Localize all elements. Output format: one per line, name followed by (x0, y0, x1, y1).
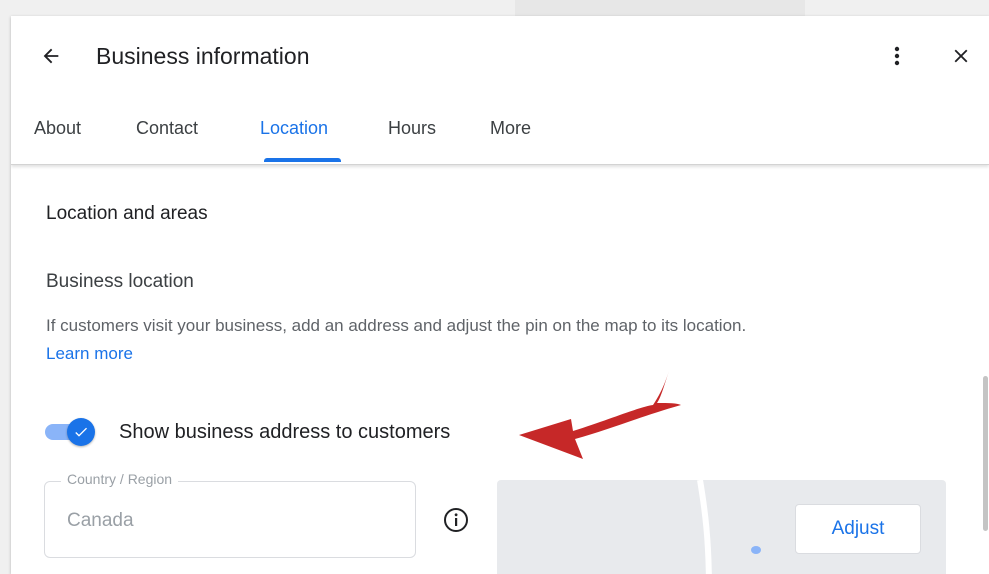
tab-contact[interactable]: Contact (136, 106, 198, 164)
section-title: Location and areas (46, 203, 208, 224)
show-address-toggle[interactable] (45, 418, 97, 446)
tab-more[interactable]: More (490, 106, 531, 164)
toggle-thumb (67, 418, 95, 446)
business-location-heading: Business location (46, 271, 194, 292)
page-title: Business information (96, 43, 310, 69)
show-address-label: Show business address to customers (119, 421, 451, 443)
panel-header: Business information About Contact Locat… (11, 16, 989, 165)
info-circle-icon (444, 508, 468, 532)
check-icon (75, 427, 87, 437)
more-options-button[interactable] (881, 40, 913, 72)
scrollbar[interactable] (983, 376, 988, 531)
info-icon[interactable] (443, 507, 469, 533)
active-tab-indicator (264, 158, 341, 162)
close-icon (954, 49, 968, 63)
tab-hours[interactable]: Hours (388, 106, 436, 164)
business-location-description: If customers visit your business, add an… (46, 316, 747, 335)
tab-location[interactable]: Location (260, 106, 328, 164)
tab-about[interactable]: About (34, 106, 81, 164)
adjust-button[interactable]: Adjust (795, 504, 921, 554)
more-vert-icon (894, 46, 900, 66)
country-region-label: Country / Region (61, 471, 179, 487)
close-button[interactable] (945, 40, 977, 72)
location-map[interactable]: Adjust (497, 480, 946, 574)
panel-content: Location and areas Business location If … (11, 164, 989, 574)
annotation-arrow (519, 371, 681, 459)
back-button[interactable] (35, 40, 67, 72)
arrow-left-icon (43, 48, 59, 64)
learn-more-link[interactable]: Learn more (46, 344, 133, 364)
country-region-field[interactable]: Country / Region Canada (44, 471, 416, 558)
business-info-panel: Business information About Contact Locat… (11, 16, 989, 574)
background-strip (515, 0, 805, 16)
country-region-value: Canada (67, 510, 134, 531)
tab-bar: About Contact Location Hours More (11, 106, 989, 164)
